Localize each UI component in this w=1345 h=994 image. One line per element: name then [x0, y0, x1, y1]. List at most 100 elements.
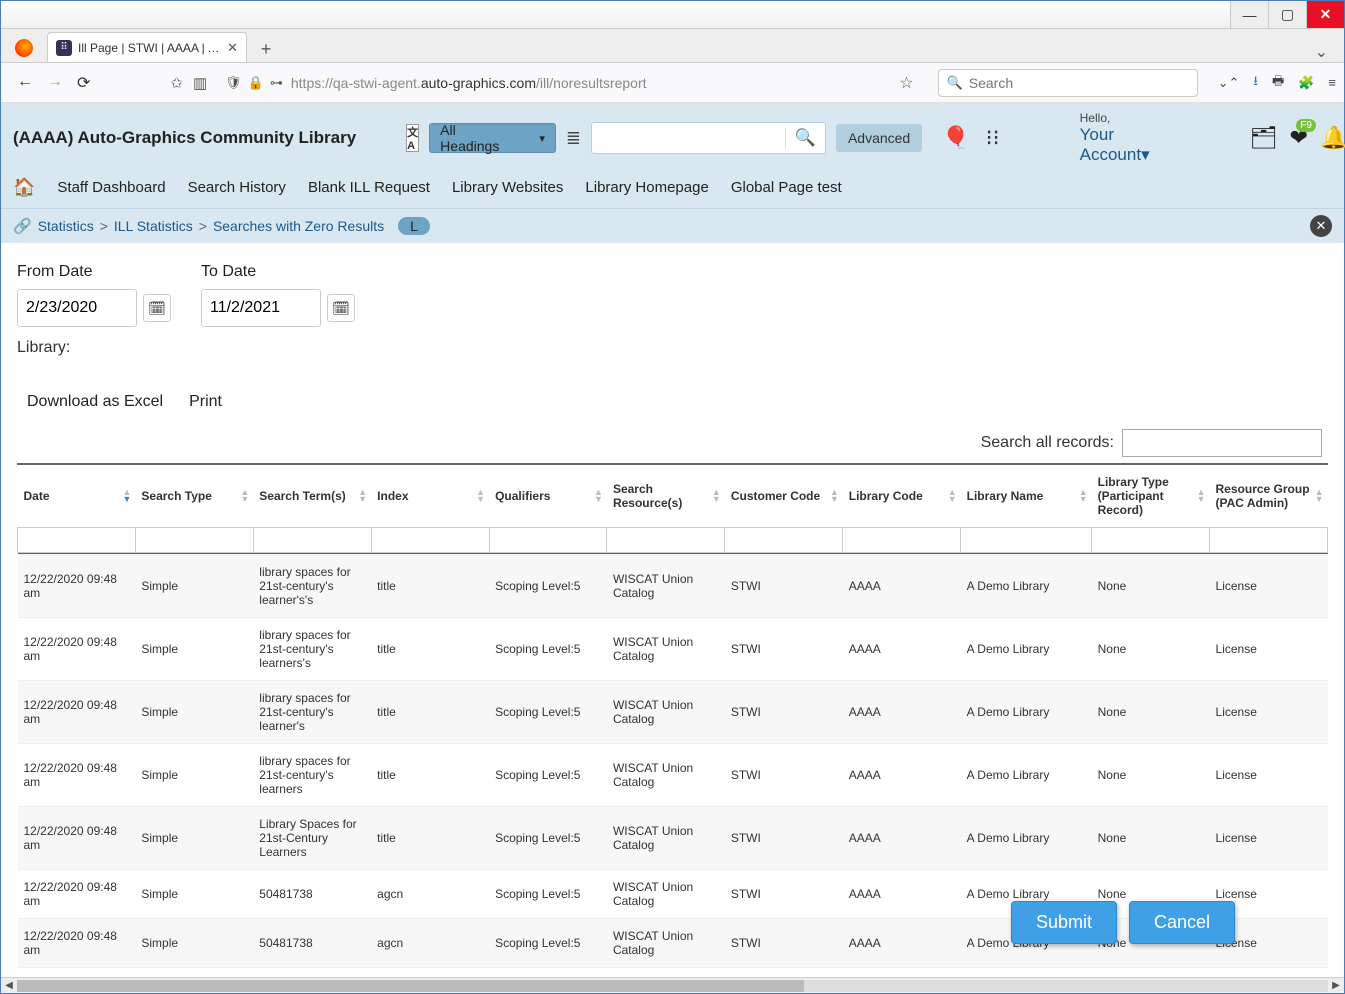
cell-qual: Scoping Level:5	[489, 618, 607, 681]
cell-res: WISCAT Union Catalog	[607, 681, 725, 744]
pocket-icon[interactable]: ⌄⌃	[1218, 75, 1240, 91]
cell-index: title	[371, 618, 489, 681]
cancel-button[interactable]: Cancel	[1129, 901, 1235, 944]
breadcrumb-close-icon[interactable]: ✕	[1310, 215, 1332, 237]
col-resource-group[interactable]: Resource Group (PAC Admin)▲▼	[1210, 465, 1328, 528]
col-search-type[interactable]: Search Type▲▼	[135, 465, 253, 528]
col-qualifiers[interactable]: Qualifiers▲▼	[489, 465, 607, 528]
scroll-left-icon[interactable]: ◀	[1, 980, 17, 991]
database-icon[interactable]: ≣	[566, 128, 581, 149]
col-library-type[interactable]: Library Type (Participant Record)▲▼	[1092, 465, 1210, 528]
filter-qual[interactable]	[490, 528, 607, 552]
filter-term[interactable]	[254, 528, 371, 552]
firefox-icon	[7, 34, 41, 62]
cell-index: title	[371, 744, 489, 807]
submit-button[interactable]: Submit	[1011, 901, 1117, 944]
cell-type: Simple	[135, 618, 253, 681]
filter-res[interactable]	[607, 528, 724, 552]
window-close-button[interactable]: ✕	[1306, 1, 1344, 28]
tab-favicon: ⠿	[56, 40, 72, 56]
to-date-input[interactable]	[201, 289, 321, 327]
print-link[interactable]: Print	[189, 393, 222, 411]
tab-overflow-icon[interactable]: ⌄	[1305, 42, 1338, 62]
cell-res: WISCAT Union Catalog	[607, 968, 725, 978]
nav-blank-ill[interactable]: Blank ILL Request	[308, 179, 430, 196]
print-icon[interactable]: 🖶	[1272, 72, 1284, 94]
card-icon[interactable]: 🗂	[1250, 125, 1278, 151]
home-icon[interactable]: 🏠	[13, 177, 35, 198]
window-maximize-button[interactable]: ▢	[1268, 1, 1306, 28]
col-library-name[interactable]: Library Name▲▼	[961, 465, 1092, 528]
cell-term: library spaces for 21st-century's learne…	[253, 618, 371, 681]
col-resources[interactable]: Search Resource(s)▲▼	[607, 465, 725, 528]
url-text: https://qa-stwi-agent.auto-graphics.com/…	[291, 75, 647, 91]
browser-search-box[interactable]: 🔍	[938, 69, 1198, 97]
language-icon[interactable]: 文A	[406, 124, 419, 152]
main-search-input[interactable]	[592, 131, 785, 146]
cell-lib: AAAA	[843, 744, 961, 807]
window-titlebar: — ▢ ✕	[1, 1, 1344, 29]
library-icon[interactable]: ▥	[193, 74, 207, 92]
search-all-input[interactable]	[1122, 429, 1322, 457]
advanced-search-button[interactable]: Advanced	[836, 124, 922, 152]
address-bar[interactable]: 🛡 🔒 ⊶ https://qa-stwi-agent.auto-graphic…	[217, 73, 927, 93]
calendar-icon[interactable]: 🗓	[143, 294, 171, 322]
nav-reload-icon[interactable]: ⟳	[77, 73, 90, 93]
filter-date[interactable]	[18, 528, 135, 552]
filter-lib[interactable]	[843, 528, 960, 552]
breadcrumb-ill-statistics[interactable]: ILL Statistics	[114, 218, 193, 234]
filter-cust[interactable]	[725, 528, 842, 552]
window-minimize-button[interactable]: —	[1230, 1, 1268, 28]
browser-search-input[interactable]	[969, 75, 1189, 91]
nav-staff-dashboard[interactable]: Staff Dashboard	[57, 179, 165, 196]
filter-type[interactable]	[136, 528, 253, 552]
search-go-button[interactable]: 🔍	[785, 128, 825, 148]
filter-index[interactable]	[372, 528, 489, 552]
table-row: 12/22/2020 09:48 amSimplelibrary spaces …	[18, 555, 1328, 618]
col-date[interactable]: Date▲▼	[18, 465, 136, 528]
cell-res: WISCAT Union Catalog	[607, 919, 725, 968]
table-row: 12/22/2020 09:48 amSimplelibrary spaces …	[18, 744, 1328, 807]
breadcrumb-statistics[interactable]: Statistics	[38, 218, 94, 234]
col-index[interactable]: Index▲▼	[371, 465, 489, 528]
filter-group[interactable]	[1210, 528, 1327, 552]
extensions-icon[interactable]: 🧩	[1298, 75, 1314, 91]
scan-icon[interactable]: ⁝⁝	[986, 125, 1000, 151]
scroll-thumb[interactable]	[17, 980, 804, 992]
nav-library-websites[interactable]: Library Websites	[452, 179, 563, 196]
tab-close-icon[interactable]: ✕	[227, 40, 238, 56]
headings-select[interactable]: All Headings ▾	[429, 123, 556, 153]
filter-libname[interactable]	[961, 528, 1091, 552]
horizontal-scrollbar[interactable]: ◀ ▶	[1, 977, 1344, 993]
main-search: 🔍	[591, 122, 826, 154]
download-excel-link[interactable]: Download as Excel	[27, 393, 163, 411]
col-library-code[interactable]: Library Code▲▼	[843, 465, 961, 528]
filter-libtype[interactable]	[1092, 528, 1209, 552]
menu-icon[interactable]: ≡	[1328, 75, 1336, 90]
headings-select-label: All Headings	[440, 122, 499, 154]
bookmark-star-icon[interactable]: ☆	[899, 73, 913, 93]
app-nav: 🏠 Staff Dashboard Search History Blank I…	[13, 165, 1332, 208]
nav-library-homepage[interactable]: Library Homepage	[585, 179, 708, 196]
browser-tab[interactable]: ⠿ Ill Page | STWI | AAAA | Auto-G ✕	[47, 32, 247, 62]
account-block[interactable]: Hello, Your Account▾	[1080, 111, 1150, 165]
cell-group: License	[1210, 555, 1328, 618]
col-customer-code[interactable]: Customer Code▲▼	[725, 465, 843, 528]
nav-back-icon[interactable]: ←	[17, 73, 33, 93]
new-tab-button[interactable]: +	[253, 36, 279, 62]
cell-cust: STWI	[725, 618, 843, 681]
col-search-term[interactable]: Search Term(s)▲▼	[253, 465, 371, 528]
bell-icon[interactable]: 🔔	[1320, 125, 1345, 151]
bookmark-outline-icon[interactable]: ✩	[170, 74, 183, 92]
calendar-icon[interactable]: 🗓	[327, 294, 355, 322]
favorites-icon[interactable]: ❤F9	[1290, 125, 1308, 151]
downloads-icon[interactable]: ⭳	[1253, 72, 1258, 94]
nav-forward-icon[interactable]: →	[47, 73, 63, 93]
balloon-icon[interactable]: 🎈	[942, 125, 969, 151]
scroll-right-icon[interactable]: ▶	[1328, 980, 1344, 991]
table-row: 12/22/2020 09:48 amSimplelibrary spaces …	[18, 618, 1328, 681]
from-date-input[interactable]	[17, 289, 137, 327]
nav-search-history[interactable]: Search History	[188, 179, 286, 196]
nav-global-page-test[interactable]: Global Page test	[731, 179, 842, 196]
breadcrumb-zero-results[interactable]: Searches with Zero Results	[213, 218, 384, 234]
